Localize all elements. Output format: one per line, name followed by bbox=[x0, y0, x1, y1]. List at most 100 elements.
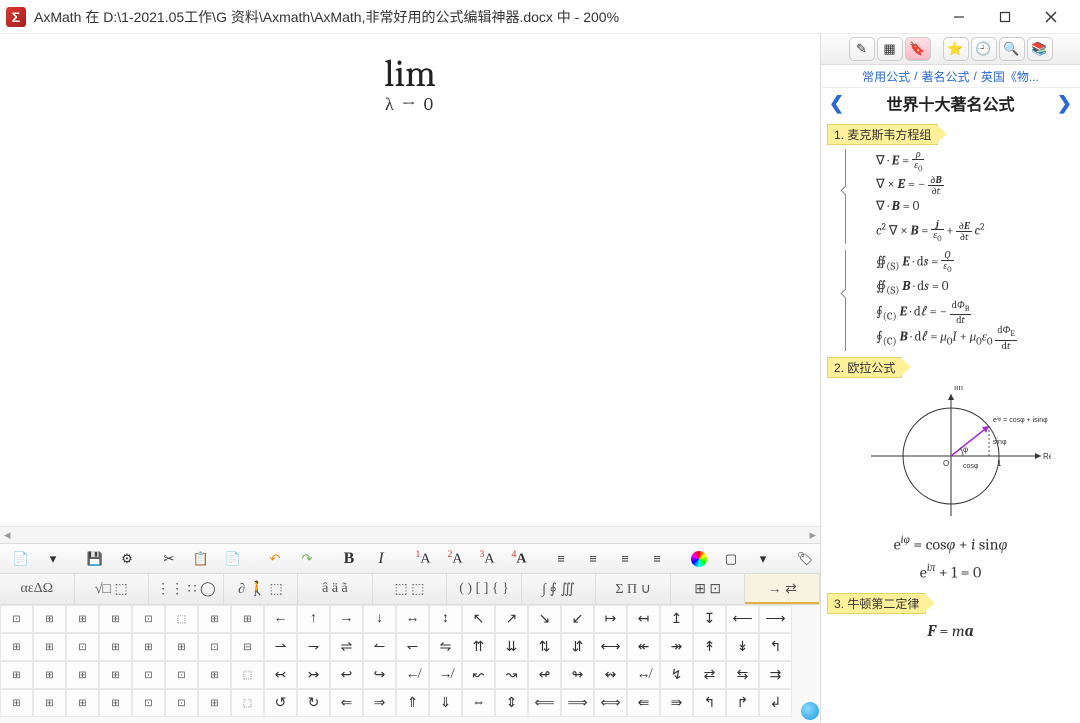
scroll-left-icon[interactable]: ◂ bbox=[4, 527, 11, 543]
matrix-template[interactable]: ⊞ bbox=[99, 605, 132, 633]
euler-formula-2[interactable]: eiπ + 1 = 0 bbox=[827, 558, 1074, 587]
arrow-symbol[interactable]: ⇀ bbox=[264, 633, 297, 661]
horizontal-scrollbar[interactable]: ◂ ▸ bbox=[0, 526, 820, 543]
breadcrumb-item[interactable]: 常用公式 bbox=[862, 68, 910, 85]
arrow-symbol[interactable]: ↧ bbox=[693, 605, 726, 633]
cut[interactable]: ✂ bbox=[154, 547, 184, 571]
matrix-template[interactable]: ⊞ bbox=[198, 689, 231, 717]
align-r[interactable]: ≡ bbox=[610, 547, 640, 571]
arrow-symbol[interactable]: ↙ bbox=[561, 605, 594, 633]
tag[interactable]: 🏷 bbox=[790, 547, 820, 571]
matrix-template[interactable]: ⊡ bbox=[165, 689, 198, 717]
matrix-template[interactable]: ⊡ bbox=[165, 661, 198, 689]
matrix-template[interactable]: ⊞ bbox=[0, 633, 33, 661]
arrow-symbol[interactable]: ↕ bbox=[429, 605, 462, 633]
maxwell-diff-block[interactable]: ∇ · E = ρε0∇ × E = − ∂B∂t∇ · B = 0c2 ∇ ×… bbox=[845, 149, 1074, 244]
breadcrumb-item[interactable]: 英国《物... bbox=[981, 68, 1039, 85]
arrow-symbol[interactable]: ⇑ bbox=[396, 689, 429, 717]
arrow-symbol[interactable]: ↱ bbox=[726, 689, 759, 717]
tab-integral[interactable]: ∫ ∮ ∭ bbox=[522, 574, 597, 604]
arrow-symbol[interactable]: ↝ bbox=[495, 661, 528, 689]
arrow-symbol[interactable]: ↽ bbox=[396, 633, 429, 661]
library-tool-button[interactable]: 🔖 bbox=[905, 37, 931, 61]
formula-list[interactable]: 1. 麦克斯韦方程组 ∇ · E = ρε0∇ × E = − ∂B∂t∇ · … bbox=[821, 118, 1080, 723]
bold[interactable]: B bbox=[334, 547, 364, 571]
matrix-template[interactable]: ⊡ bbox=[132, 605, 165, 633]
arrow-symbol[interactable]: ⟶ bbox=[759, 605, 792, 633]
arrow-symbol[interactable]: ⇛ bbox=[660, 689, 693, 717]
arrow-symbol[interactable]: ⇌ bbox=[330, 633, 363, 661]
tab-matrix[interactable]: ⊞ ⊡ bbox=[671, 574, 746, 604]
maximize-button[interactable] bbox=[982, 2, 1028, 32]
library-tool-button[interactable]: ⭐ bbox=[943, 37, 969, 61]
arrow-symbol[interactable]: ↗ bbox=[495, 605, 528, 633]
euler-formula-1[interactable]: eiφ = cosφ + i sinφ bbox=[827, 530, 1074, 559]
fill[interactable]: ▢ bbox=[716, 547, 746, 571]
matrix-template[interactable]: ⊞ bbox=[33, 689, 66, 717]
arrow-symbol[interactable]: ↤ bbox=[627, 605, 660, 633]
arrow-symbol[interactable]: ⇅ bbox=[528, 633, 561, 661]
arrow-symbol[interactable]: ↻ bbox=[297, 689, 330, 717]
arrow-symbol[interactable]: ↘ bbox=[528, 605, 561, 633]
arrow-symbol[interactable]: ↫ bbox=[528, 661, 561, 689]
sup1[interactable]: 1A bbox=[408, 547, 438, 571]
matrix-template[interactable]: ⊞ bbox=[99, 633, 132, 661]
arrow-symbol[interactable]: ↭ bbox=[594, 661, 627, 689]
arrow-symbol[interactable]: ↚ bbox=[396, 661, 429, 689]
arrow-symbol[interactable]: ↜ bbox=[462, 661, 495, 689]
arrow-symbol[interactable]: ↣ bbox=[297, 661, 330, 689]
arrow-symbol[interactable]: ⇕ bbox=[495, 689, 528, 717]
tab-accent[interactable]: â ä ã bbox=[298, 574, 373, 604]
redo[interactable]: ↷ bbox=[292, 547, 322, 571]
tab-box[interactable]: ⬚ ⬚ bbox=[373, 574, 448, 604]
matrix-template[interactable]: ⬚ bbox=[231, 661, 264, 689]
copy[interactable]: 📋 bbox=[186, 547, 216, 571]
tab-calc[interactable]: ∂ 🚶 ⬚ bbox=[224, 574, 299, 604]
matrix-template[interactable]: ⊞ bbox=[198, 605, 231, 633]
arrow-symbol[interactable]: ↔ bbox=[396, 605, 429, 633]
matrix-template[interactable]: ⊡ bbox=[0, 605, 33, 633]
matrix-template[interactable]: ⊞ bbox=[33, 605, 66, 633]
scroll-right-icon[interactable]: ▸ bbox=[809, 527, 816, 543]
arrow-symbol[interactable]: ⇆ bbox=[726, 661, 759, 689]
tab-dots[interactable]: ⋮⋮ ∷ ◯ bbox=[149, 574, 224, 604]
arrow-symbol[interactable]: ↰ bbox=[693, 689, 726, 717]
tab-greek[interactable]: αεΔΩ bbox=[0, 574, 75, 604]
arrow-symbol[interactable]: ↛ bbox=[429, 661, 462, 689]
arrow-symbol[interactable]: ↬ bbox=[561, 661, 594, 689]
matrix-template[interactable]: ⊟ bbox=[231, 633, 264, 661]
arrow-symbol[interactable]: ⇋ bbox=[429, 633, 462, 661]
new-doc[interactable]: 📄 bbox=[6, 547, 36, 571]
library-tool-button[interactable]: ▦ bbox=[877, 37, 903, 61]
arrow-symbol[interactable]: ↲ bbox=[759, 689, 792, 717]
matrix-template[interactable]: ⊞ bbox=[99, 689, 132, 717]
matrix-template[interactable]: ⊡ bbox=[132, 661, 165, 689]
matrix-template[interactable]: ⊡ bbox=[66, 633, 99, 661]
arrow-symbol[interactable]: ⇚ bbox=[627, 689, 660, 717]
sup4[interactable]: 4A bbox=[504, 547, 534, 571]
close-button[interactable] bbox=[1028, 2, 1074, 32]
arrow-symbol[interactable]: ↓ bbox=[363, 605, 396, 633]
matrix-template[interactable]: ⊡ bbox=[198, 633, 231, 661]
matrix-template[interactable]: ⊞ bbox=[66, 605, 99, 633]
arrow-symbol[interactable]: ↑ bbox=[297, 605, 330, 633]
save[interactable]: 💾 bbox=[80, 547, 110, 571]
equation-editor[interactable]: lim λ → 0 bbox=[0, 34, 820, 526]
matrix-template[interactable]: ⊞ bbox=[66, 689, 99, 717]
arrow-symbol[interactable]: ↢ bbox=[264, 661, 297, 689]
arrow-symbol[interactable]: ↞ bbox=[627, 633, 660, 661]
arrow-symbol[interactable]: ← bbox=[264, 605, 297, 633]
italic[interactable]: I bbox=[366, 547, 396, 571]
maxwell-int-block[interactable]: ∯(S) E · ds = Qε0∯(S) B · ds = 0∮(C) E ·… bbox=[845, 250, 1074, 351]
dd1[interactable]: ▾ bbox=[38, 547, 68, 571]
tab-sum[interactable]: Σ Π ∪ bbox=[596, 574, 671, 604]
color-wheel[interactable] bbox=[684, 547, 714, 571]
arrow-symbol[interactable]: ⟺ bbox=[594, 689, 627, 717]
arrow-symbol[interactable]: ↯ bbox=[660, 661, 693, 689]
arrow-symbol[interactable]: ⇁ bbox=[297, 633, 330, 661]
arrow-symbol[interactable]: ↮ bbox=[627, 661, 660, 689]
arrow-symbol[interactable]: ⇐ bbox=[330, 689, 363, 717]
newton-formula[interactable]: F = ma bbox=[827, 618, 1074, 645]
arrow-symbol[interactable]: ↰ bbox=[759, 633, 792, 661]
matrix-template[interactable]: ⊞ bbox=[198, 661, 231, 689]
